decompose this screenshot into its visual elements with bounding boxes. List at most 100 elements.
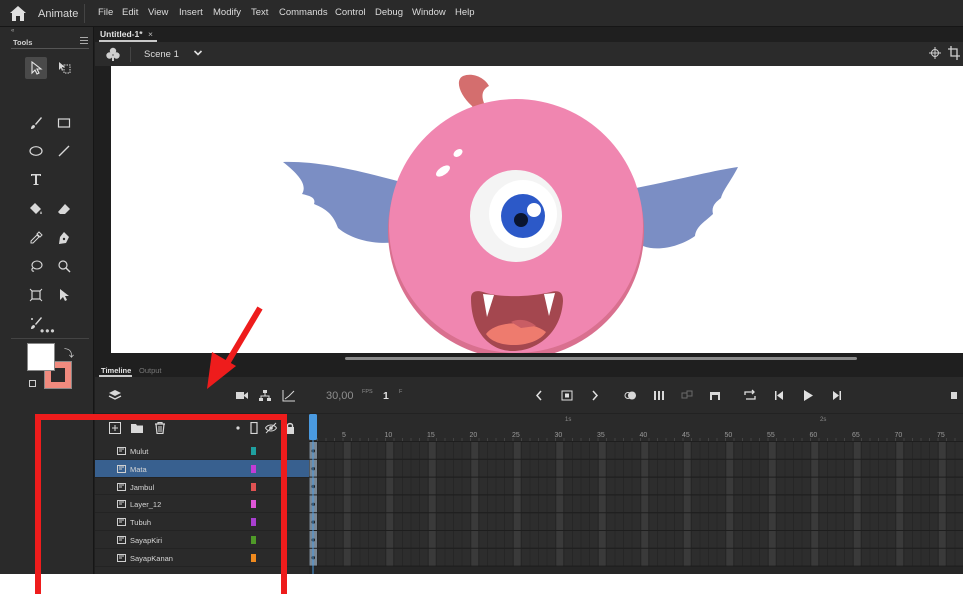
menu-commands[interactable]: Commands — [279, 7, 328, 18]
menu-control[interactable]: Control — [335, 7, 366, 18]
collapse-icon[interactable]: « — [11, 28, 14, 34]
center-frame-icon[interactable] — [560, 389, 574, 402]
highlight-layers-icon[interactable] — [232, 422, 244, 434]
eraser-tool[interactable] — [53, 198, 75, 220]
menu-modify[interactable]: Modify — [213, 7, 241, 18]
menu-help[interactable]: Help — [455, 7, 475, 18]
layer-name: Mulut — [130, 447, 149, 456]
onion-skin-icon[interactable] — [624, 389, 638, 402]
panel-menu-icon[interactable] — [80, 37, 88, 44]
chevron-left-icon[interactable] — [532, 389, 546, 402]
eyedropper-tool[interactable] — [25, 227, 47, 249]
play-icon[interactable] — [801, 389, 815, 402]
lasso-tool[interactable] — [25, 255, 47, 277]
fps-value[interactable]: 30,00 — [326, 390, 354, 402]
layer-row[interactable]: SayapKiri — [95, 531, 309, 549]
fill-color-swatch[interactable] — [27, 343, 55, 371]
free-transform-tool[interactable] — [53, 57, 75, 79]
center-stage-icon[interactable] — [929, 47, 941, 59]
pen-icon — [59, 232, 69, 244]
frame-row — [309, 459, 963, 477]
layer-parenting-icon[interactable] — [258, 389, 272, 402]
chevron-right-icon[interactable] — [588, 389, 602, 402]
ruler-number: 35 — [597, 432, 605, 439]
selection-tool[interactable] — [25, 57, 47, 79]
brush-tool[interactable] — [25, 112, 47, 134]
clip-content-icon[interactable] — [948, 46, 960, 60]
eyedropper-icon — [30, 231, 43, 244]
brush-icon — [31, 117, 42, 129]
scene-label[interactable]: Scene 1 — [144, 49, 179, 60]
scene-icon[interactable] — [105, 46, 121, 62]
pen-tool[interactable] — [53, 227, 75, 249]
close-icon[interactable]: × — [148, 29, 153, 39]
scrollbar-thumb[interactable] — [345, 357, 857, 360]
edit-multiple-frames-icon[interactable] — [652, 389, 666, 402]
layer-row[interactable]: Mulut — [95, 442, 309, 460]
layer-color-swatch[interactable] — [251, 447, 256, 455]
current-frame-value[interactable]: 1 — [383, 390, 389, 402]
menu-insert[interactable]: Insert — [179, 7, 203, 18]
home-icon[interactable] — [9, 5, 27, 22]
hide-layers-icon[interactable] — [265, 422, 277, 434]
menu-view[interactable]: View — [148, 7, 168, 18]
layers-icon[interactable] — [108, 389, 122, 402]
layer-color-swatch[interactable] — [251, 536, 256, 544]
paint-bucket-tool[interactable] — [25, 198, 47, 220]
more-tools-icon[interactable]: ••• — [40, 324, 56, 338]
menu-bar: Animate File Edit View Insert Modify Tex… — [0, 0, 963, 27]
lock-icon[interactable] — [284, 422, 296, 434]
layer-color-swatch[interactable] — [251, 553, 256, 562]
document-tab[interactable]: Untitled-1* — [100, 29, 143, 39]
layer-color-swatch[interactable] — [251, 464, 256, 473]
line-tool[interactable] — [53, 140, 75, 162]
layer-row[interactable]: Tubuh — [95, 513, 309, 531]
layer-color-swatch[interactable] — [251, 482, 256, 491]
more-options-icon[interactable] — [951, 389, 963, 402]
graph-icon[interactable] — [282, 389, 296, 402]
oval-tool[interactable] — [25, 140, 47, 162]
swap-colors-icon[interactable]: ⤵ — [64, 345, 74, 360]
menu-text[interactable]: Text — [251, 7, 268, 18]
camera-icon[interactable] — [235, 389, 249, 402]
menu-edit[interactable]: Edit — [122, 7, 138, 18]
tab-output[interactable]: Output — [139, 366, 162, 375]
camera-tool[interactable] — [25, 284, 47, 306]
rectangle-tool[interactable] — [53, 112, 75, 134]
text-tool[interactable] — [25, 168, 47, 190]
create-tween-icon[interactable] — [680, 389, 694, 402]
layer-row[interactable]: Mata — [95, 459, 309, 478]
outline-layers-icon[interactable] — [248, 422, 260, 434]
frame-row — [309, 513, 963, 530]
loop-icon[interactable] — [743, 389, 757, 402]
ruler-number: 30 — [554, 432, 563, 439]
stage-scrollbar[interactable] — [95, 353, 963, 363]
frame-row — [309, 442, 963, 459]
zoom-tool[interactable] — [53, 255, 75, 277]
layer-name: SayapKiri — [130, 536, 163, 545]
new-folder-icon[interactable] — [131, 422, 143, 434]
layer-row[interactable]: Jambul — [95, 478, 309, 496]
ruler-number: 20 — [469, 432, 478, 439]
menu-window[interactable]: Window — [412, 7, 446, 18]
default-colors-icon[interactable] — [29, 380, 36, 387]
step-back-icon[interactable] — [773, 389, 787, 402]
frames-grid[interactable]: 5 10 15 20 25 30 35 40 45 50 55 60 65 70 75 1s 2s — [309, 414, 963, 574]
menu-file[interactable]: File — [98, 7, 113, 18]
new-layer-icon[interactable] — [109, 422, 121, 434]
trash-icon[interactable] — [154, 422, 166, 434]
layer-color-swatch[interactable] — [251, 518, 256, 527]
tab-timeline[interactable]: Timeline — [101, 366, 131, 375]
subselection-tool[interactable] — [53, 284, 75, 306]
character-illustration — [283, 74, 738, 353]
ruler-number: 70 — [894, 432, 903, 439]
layer-row[interactable]: Layer_12 — [95, 495, 309, 514]
app-name: Animate — [38, 8, 79, 20]
layer-color-swatch[interactable] — [251, 500, 256, 509]
insert-keyframe-icon[interactable] — [708, 389, 722, 402]
chevron-down-icon[interactable] — [193, 48, 203, 58]
layer-row[interactable]: SayapKanan — [95, 549, 309, 567]
step-forward-icon[interactable] — [829, 389, 843, 402]
menu-debug[interactable]: Debug — [375, 7, 403, 18]
stage-canvas[interactable] — [111, 66, 963, 353]
